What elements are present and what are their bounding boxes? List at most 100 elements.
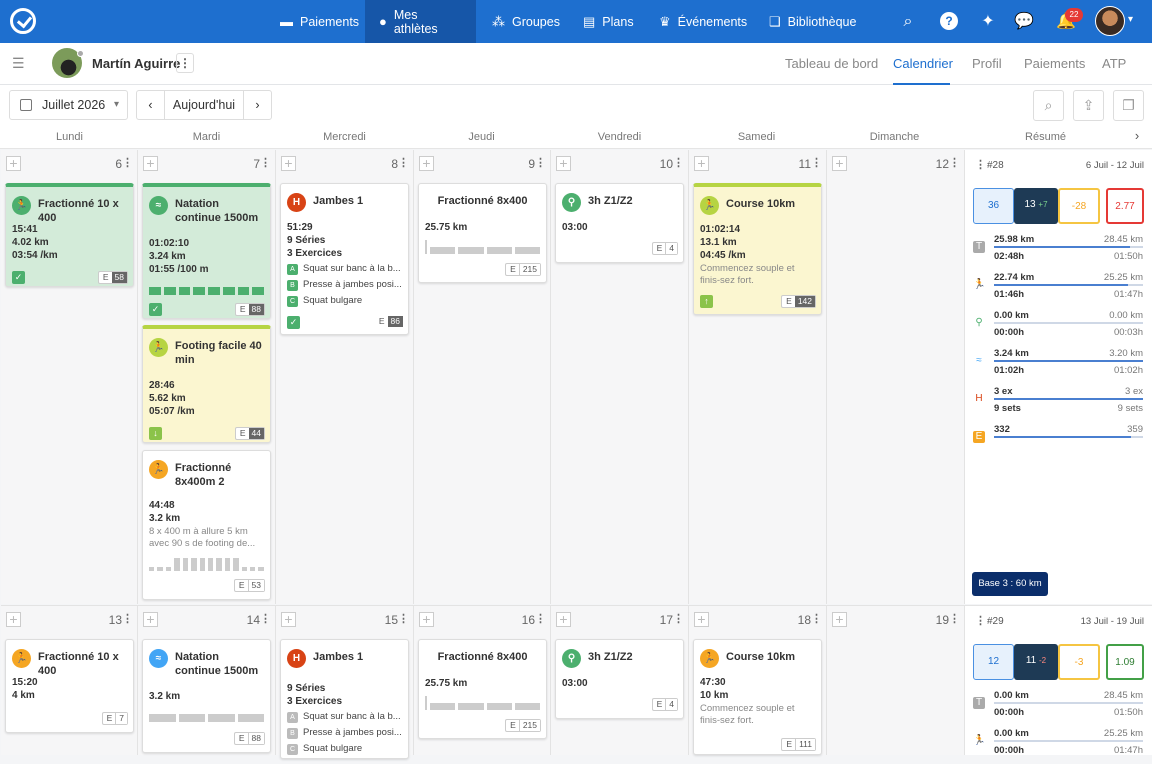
summary-menu-icon[interactable]: ⋮ bbox=[975, 158, 986, 171]
workout-card[interactable]: H Jambes 1 51:29 9 Séries 3 Exercices AS… bbox=[280, 183, 409, 335]
nav-bibliotheque[interactable]: ❑ Bibliothèque bbox=[755, 0, 870, 43]
workout-duration: 03:00 bbox=[562, 678, 588, 689]
cell-menu-icon[interactable]: ⋮ bbox=[811, 156, 822, 169]
cell-menu-icon[interactable]: ⋮ bbox=[535, 612, 546, 625]
tab-profil[interactable]: Profil bbox=[972, 56, 1002, 71]
cell-menu-icon[interactable]: ⋮ bbox=[122, 156, 133, 169]
add-workout-button[interactable]: + bbox=[143, 612, 158, 627]
day-number: 6 bbox=[115, 157, 122, 171]
cell-menu-icon[interactable]: ⋮ bbox=[673, 612, 684, 625]
workout-title: Fractionné 8x400m 2 bbox=[175, 462, 232, 488]
cell-menu-icon[interactable]: ⋮ bbox=[811, 612, 822, 625]
workout-card[interactable]: 🏃 Fractionné 10 x 400 15:41 4.02 km 03:5… bbox=[5, 183, 134, 287]
cell-menu-icon[interactable]: ⋮ bbox=[535, 156, 546, 169]
help-icon[interactable]: ? bbox=[940, 12, 958, 30]
workout-exercises: 3 Exercices bbox=[287, 696, 343, 707]
day-cell[interactable]: +10 ⋮ ⚲ 3h Z1/Z2 03:00 E4 bbox=[551, 150, 689, 604]
cell-menu-icon[interactable]: ⋮ bbox=[398, 156, 409, 169]
add-workout-button[interactable]: + bbox=[694, 156, 709, 171]
day-cell[interactable]: +9 ⋮ Fractionné 8x400 25.75 km E 215 bbox=[414, 150, 551, 604]
workout-card[interactable]: 🏃 Course 10km 01:02:14 13.1 km 04:45 /km… bbox=[693, 183, 822, 315]
summary-progress bbox=[994, 360, 1143, 362]
nav-plans[interactable]: ▤ Plans bbox=[569, 0, 648, 43]
day-cell[interactable]: +18 ⋮ 🏃 Course 10km 47:30 10 km Commencez… bbox=[689, 605, 827, 755]
upload-icon[interactable]: ⇪ bbox=[1073, 90, 1104, 121]
chevron-down-icon[interactable]: ▾ bbox=[1128, 14, 1133, 25]
nav-mes-athletes[interactable]: ● Mes athlètes bbox=[365, 0, 476, 43]
day-cell[interactable]: +12 ⋮ bbox=[827, 150, 965, 604]
today-button[interactable]: Aujourd'hui bbox=[164, 90, 244, 120]
add-workout-button[interactable]: + bbox=[6, 156, 21, 171]
cell-menu-icon[interactable]: ⋮ bbox=[122, 612, 133, 625]
add-workout-button[interactable]: + bbox=[6, 612, 21, 627]
day-label: Dimanche bbox=[869, 131, 920, 143]
cell-menu-icon[interactable]: ⋮ bbox=[949, 612, 960, 625]
cell-menu-icon[interactable]: ⋮ bbox=[260, 156, 271, 169]
workout-card[interactable]: 🏃 Footing facile 40 min 28:46 5.62 km 05… bbox=[142, 325, 271, 443]
next-button[interactable]: › bbox=[243, 90, 272, 120]
workout-card[interactable]: H Jambes 1 9 Séries 3 Exercices A Squat s… bbox=[280, 639, 409, 759]
add-workout-button[interactable]: + bbox=[832, 612, 847, 627]
chevron-right-icon[interactable]: › bbox=[1130, 128, 1144, 143]
cell-menu-icon[interactable]: ⋮ bbox=[949, 156, 960, 169]
day-cell[interactable]: +13 ⋮ 🏃 Fractionné 10 x 400 15:20 4 km E7 bbox=[1, 605, 138, 755]
day-cell[interactable]: +16 ⋮ Fractionné 8x400 25.75 km E 215 bbox=[414, 605, 551, 755]
day-cell[interactable]: +7 ⋮ ≈ Natation continue 1500m 01:02:10 3… bbox=[138, 150, 276, 604]
user-avatar[interactable] bbox=[1095, 6, 1125, 36]
search-icon[interactable]: ⌕ bbox=[1033, 90, 1064, 121]
nav-groupes[interactable]: ⁂ Groupes bbox=[478, 0, 574, 43]
tab-tableau-de-bord[interactable]: Tableau de bord bbox=[785, 56, 878, 71]
day-number: 19 bbox=[935, 613, 949, 627]
day-cell[interactable]: +19 ⋮ bbox=[827, 605, 965, 755]
workout-card[interactable]: Fractionné 8x400 25.75 km E 215 bbox=[418, 639, 547, 739]
add-workout-button[interactable]: + bbox=[143, 156, 158, 171]
search-icon[interactable]: ⌕ bbox=[896, 10, 920, 34]
add-workout-button[interactable]: + bbox=[281, 156, 296, 171]
sparkle-icon[interactable]: ✦ bbox=[976, 10, 1000, 34]
athlete-menu-button[interactable]: ⋮ bbox=[176, 53, 194, 73]
effort-badge: E 44 bbox=[234, 427, 265, 440]
day-cell[interactable]: +14 ⋮ ≈ Natation continue 1500m 3.2 km E8… bbox=[138, 605, 276, 755]
summary-menu-icon[interactable]: ⋮ bbox=[975, 614, 986, 627]
day-cell[interactable]: +15 ⋮ H Jambes 1 9 Séries 3 Exercices A Sq… bbox=[276, 605, 414, 759]
summary-actual-time: 01:02h bbox=[994, 365, 1025, 376]
workout-card[interactable]: ⚲ 3h Z1/Z2 03:00 E4 bbox=[555, 639, 684, 719]
month-picker[interactable]: Juillet 2026 ▾ bbox=[9, 90, 128, 120]
nav-paiements[interactable]: ▬ Paiements bbox=[266, 0, 373, 43]
workout-card[interactable]: ⚲ 3h Z1/Z2 03:00 E4 bbox=[555, 183, 684, 263]
day-cell[interactable]: +17 ⋮ ⚲ 3h Z1/Z2 03:00 E4 bbox=[551, 605, 689, 755]
tab-atp[interactable]: ATP bbox=[1102, 56, 1126, 71]
workout-card[interactable]: 🏃 Course 10km 47:30 10 km Commencez soup… bbox=[693, 639, 822, 755]
workout-card[interactable]: ≈ Natation continue 1500m 3.2 km E 88 bbox=[142, 639, 271, 753]
prev-button[interactable]: ‹ bbox=[136, 90, 165, 120]
add-workout-button[interactable]: + bbox=[694, 612, 709, 627]
day-cell[interactable]: +11 ⋮ 🏃 Course 10km 01:02:14 13.1 km 04:4… bbox=[689, 150, 827, 604]
cell-menu-icon[interactable]: ⋮ bbox=[673, 156, 684, 169]
effort-value: 7 bbox=[115, 713, 127, 724]
add-workout-button[interactable]: + bbox=[419, 612, 434, 627]
day-cell[interactable]: +8 ⋮ H Jambes 1 51:29 9 Séries 3 Exercice… bbox=[276, 150, 414, 604]
add-workout-button[interactable]: + bbox=[556, 156, 571, 171]
add-workout-button[interactable]: + bbox=[832, 156, 847, 171]
tab-calendrier[interactable]: Calendrier bbox=[893, 56, 953, 71]
add-plan-icon[interactable]: ❐ bbox=[1113, 90, 1144, 121]
chat-icon[interactable]: 💬 bbox=[1012, 10, 1036, 34]
tab-paiements[interactable]: Paiements bbox=[1024, 56, 1085, 71]
base-phase-button[interactable]: Base 3 : 60 km bbox=[972, 572, 1048, 596]
cell-menu-icon[interactable]: ⋮ bbox=[260, 612, 271, 625]
app-logo-icon[interactable] bbox=[10, 8, 36, 34]
kpi-actual: 11 -2 bbox=[1014, 644, 1058, 680]
workout-card[interactable]: Fractionné 8x400 25.75 km E 215 bbox=[418, 183, 547, 283]
workout-card[interactable]: ≈ Natation continue 1500m 01:02:10 3.24 … bbox=[142, 183, 271, 319]
athlete-list-icon[interactable]: ☰ bbox=[12, 55, 25, 72]
nav-evenements[interactable]: ♛ Événements bbox=[645, 0, 761, 43]
add-workout-button[interactable]: + bbox=[419, 156, 434, 171]
workout-card[interactable]: 🏃 Fractionné 8x400m 2 44:48 3.2 km 8 x 4… bbox=[142, 450, 271, 600]
add-workout-button[interactable]: + bbox=[281, 612, 296, 627]
add-workout-button[interactable]: + bbox=[556, 612, 571, 627]
day-cell[interactable]: +6 ⋮ 🏃 Fractionné 10 x 400 15:41 4.02 km … bbox=[1, 150, 138, 604]
workout-distance: 5.62 km bbox=[149, 393, 186, 404]
workout-duration: 15:20 bbox=[12, 677, 38, 688]
cell-menu-icon[interactable]: ⋮ bbox=[398, 612, 409, 625]
workout-card[interactable]: 🏃 Fractionné 10 x 400 15:20 4 km E7 bbox=[5, 639, 134, 733]
